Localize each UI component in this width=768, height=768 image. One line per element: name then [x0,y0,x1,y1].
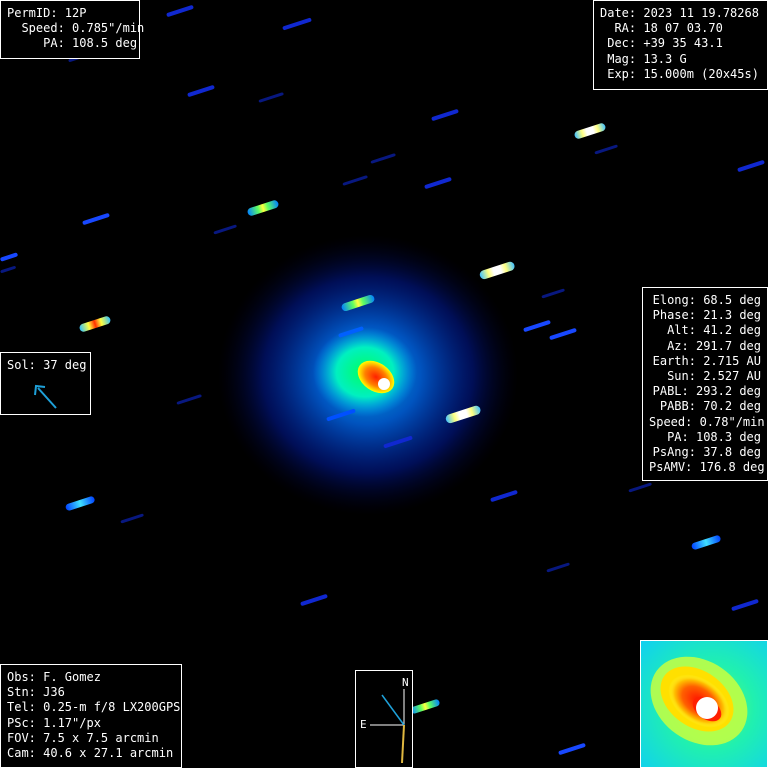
perm-id-line: PermID: 12P [7,6,87,20]
earth-distance-line: Earth: 2.715 AU [652,353,761,368]
position-angle-line: PA: 108.5 deg [7,36,138,51]
observation-info-panel: Date: 2023 11 19.78268 RA: 18 07 03.70 D… [593,0,768,90]
compass-panel: N E [355,670,413,768]
exposure-line: Exp: 15.000m (20x45s) [600,66,759,81]
dec-line: Dec: +39 35 43.1 [600,36,723,51]
pabl-line: PABL: 293.2 deg [652,384,761,399]
pabb-line: PABB: 70.2 deg [659,399,761,414]
east-label: E [360,718,367,731]
apparent-speed-line: Speed: 0.78"/min [649,414,765,429]
magnitude-line: Mag: 13.3 G [600,51,687,66]
azimuth-line: Az: 291.7 deg [667,338,761,353]
north-label: N [402,676,409,689]
comet-coma [218,235,518,515]
solar-angle-label: Sol: 37 deg [7,358,87,372]
observer-line: Obs: F. Gomez [7,670,101,684]
motion-pa-line: PA: 108.3 deg [667,429,761,444]
nucleus-zoom-inset [640,640,768,768]
phase-line: Phase: 21.3 deg [652,308,761,323]
camera-field-line: Cam: 40.6 x 27.1 arcmin [7,746,174,761]
psang-line: PsAng: 37.8 deg [652,445,761,460]
geometry-info-panel: Elong: 68.5 deg Phase: 21.3 deg Alt: 41.… [642,287,768,481]
comet-image-canvas: PermID: 12P Speed: 0.785"/min PA: 108.5 … [0,0,768,768]
observer-info-panel: Obs: F. Gomez Stn: J36 Tel: 0.25-m f/8 L… [0,664,182,768]
station-line: Stn: J36 [7,685,65,700]
field-of-view-line: FOV: 7.5 x 7.5 arcmin [7,730,159,745]
telescope-line: Tel: 0.25-m f/8 LX200GPS [7,700,181,715]
nucleus-zoom-image [641,641,767,767]
sun-direction-compass-line [381,694,405,726]
elongation-line: Elong: 68.5 deg [652,293,761,307]
pixel-scale-line: PSc: 1.17"/px [7,715,101,730]
solar-direction-panel: Sol: 37 deg [0,352,91,415]
sun-direction-line [37,387,57,409]
altitude-line: Alt: 41.2 deg [667,323,761,338]
object-info-panel: PermID: 12P Speed: 0.785"/min PA: 108.5 … [0,0,145,59]
motion-direction-line [401,724,405,764]
speed-line: Speed: 0.785"/min [7,21,145,36]
psamv-line: PsAMV: 176.8 deg [649,460,765,475]
sun-distance-line: Sun: 2.527 AU [667,369,761,384]
sun-direction-arrow-icon [34,384,57,409]
date-line: Date: 2023 11 19.78268 [600,6,759,20]
ra-line: RA: 18 07 03.70 [600,21,723,36]
